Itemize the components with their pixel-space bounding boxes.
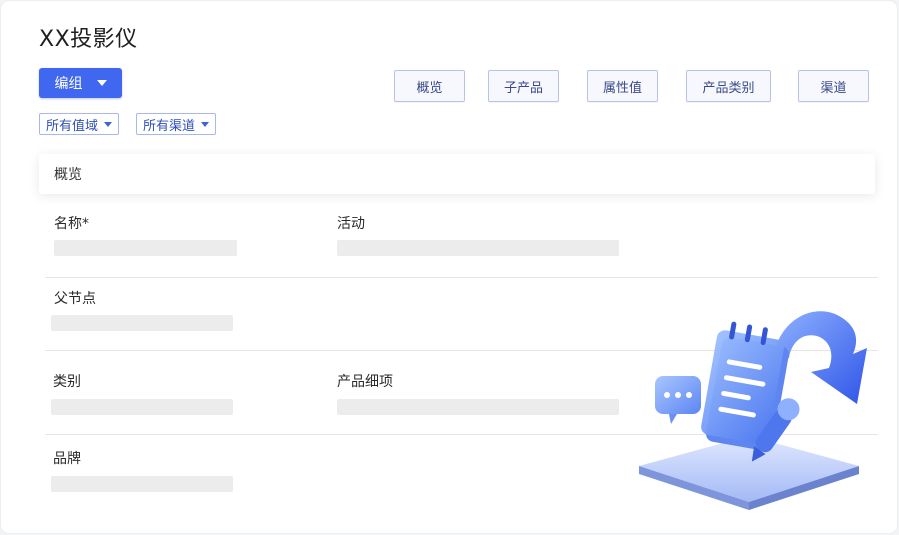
filter-all-domains-label: 所有值域 xyxy=(46,118,99,134)
field-label-brand: 品牌 xyxy=(53,451,81,467)
section-header-overview: 概览 xyxy=(39,154,875,194)
section-title: 概览 xyxy=(54,167,82,183)
field-value-product-detail[interactable] xyxy=(337,399,619,415)
field-label-name: 名称* xyxy=(54,216,89,232)
field-label-product-detail: 产品细项 xyxy=(337,374,393,390)
tab-sub-products[interactable]: 子产品 xyxy=(488,70,559,102)
tab-attribute-values[interactable]: 属性值 xyxy=(587,70,658,102)
caret-down-icon xyxy=(104,121,113,127)
caret-down-icon xyxy=(201,121,210,127)
filter-all-channels-label: 所有渠道 xyxy=(143,118,196,134)
row-divider xyxy=(45,277,878,278)
filter-all-channels[interactable]: 所有渠道 xyxy=(136,113,217,135)
field-label-parent-node: 父节点 xyxy=(54,291,96,307)
tab-channels[interactable]: 渠道 xyxy=(798,70,869,102)
app-frame: XX投影仪 编组 概览 子产品 属性值 产品类别 渠道 所有值域 所有渠道 概览… xyxy=(1,1,897,533)
field-label-activity: 活动 xyxy=(337,216,365,232)
field-value-name[interactable] xyxy=(54,240,237,256)
field-label-category: 类别 xyxy=(53,374,81,390)
caret-down-icon xyxy=(96,80,107,86)
page-title: XX投影仪 xyxy=(39,27,138,52)
field-value-brand[interactable] xyxy=(51,476,233,492)
edit-group-button[interactable]: 编组 xyxy=(39,68,122,98)
tab-product-category[interactable]: 产品类别 xyxy=(686,70,771,102)
field-value-activity[interactable] xyxy=(337,240,619,256)
notebook-pen-arrow-illustration-icon xyxy=(639,311,867,510)
field-value-parent-node[interactable] xyxy=(51,315,233,331)
filter-all-domains[interactable]: 所有值域 xyxy=(39,113,120,135)
field-value-category[interactable] xyxy=(51,399,233,415)
edit-group-label: 编组 xyxy=(54,76,83,92)
tab-overview[interactable]: 概览 xyxy=(394,70,465,102)
